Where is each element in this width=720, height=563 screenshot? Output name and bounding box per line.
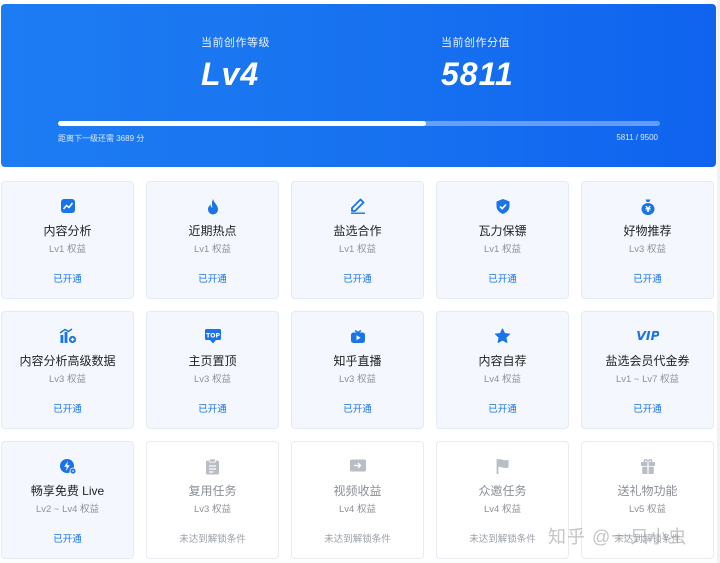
benefit-card[interactable]: VIP 盐选会员代金券 Lv1 ~ Lv7 权益已开通 <box>581 311 714 429</box>
benefit-status[interactable]: 已开通 <box>582 401 713 415</box>
benefit-card[interactable]: 内容分析高级数据 Lv3 权益已开通 <box>1 311 134 429</box>
bar-chart-plus-icon <box>2 328 133 346</box>
benefit-title: 众邀任务 <box>478 484 527 498</box>
score-stat: 当前创作分值 5811 <box>441 34 514 93</box>
benefit-card[interactable]: 盐选合作 Lv1 权益已开通 <box>291 181 424 299</box>
benefit-status[interactable]: 已开通 <box>437 401 568 415</box>
benefit-card[interactable]: 内容分析 Lv1 权益已开通 <box>1 181 134 299</box>
chart-icon <box>2 198 133 216</box>
benefit-level: Lv3 权益 <box>339 374 376 385</box>
benefit-title: 知乎直播 <box>333 354 382 368</box>
flame-icon <box>147 198 278 216</box>
benefit-title: 内容分析高级数据 <box>19 354 116 368</box>
benefit-status[interactable]: 已开通 <box>2 271 133 285</box>
benefit-status[interactable]: 已开通 <box>292 271 423 285</box>
clipboard-icon <box>147 458 278 476</box>
benefit-level: Lv1 权益 <box>49 244 86 255</box>
benefit-level: Lv1 权益 <box>484 244 521 255</box>
benefit-status: 未达到解锁条件 <box>179 534 246 545</box>
video-income-icon <box>292 458 423 476</box>
benefit-level: Lv4 权益 <box>339 504 376 515</box>
benefit-title: 近期热点 <box>188 224 237 238</box>
progress-bar <box>58 121 660 126</box>
watermark: 知乎 @一只小虫 <box>548 527 688 547</box>
benefit-level: Lv1 ~ Lv7 权益 <box>615 374 680 385</box>
lightning-icon <box>2 458 133 476</box>
benefit-title: 主页置顶 <box>188 354 237 368</box>
benefit-title: 瓦力保镖 <box>478 224 527 238</box>
level-value: Lv4 <box>201 56 260 92</box>
benefit-status[interactable]: 已开通 <box>292 401 423 415</box>
svg-text:VIP: VIP <box>637 328 659 342</box>
benefit-title: 视频收益 <box>333 484 382 498</box>
star-icon <box>437 328 568 346</box>
benefit-title: 畅享免费 Live <box>30 484 105 498</box>
svg-text:¥: ¥ <box>645 205 651 214</box>
money-bag-icon: ¥ <box>582 198 713 216</box>
level-stat: 当前创作等级 Lv4 <box>201 34 270 93</box>
benefit-title: 盐选合作 <box>333 224 382 238</box>
gift-icon <box>582 458 713 476</box>
benefit-level: Lv3 权益 <box>629 244 666 255</box>
benefit-level: Lv4 权益 <box>484 374 521 385</box>
benefit-card[interactable]: ¥ 好物推荐 Lv3 权益已开通 <box>581 181 714 299</box>
benefit-title: 内容分析 <box>43 224 92 238</box>
benefit-level: Lv3 权益 <box>194 504 231 515</box>
benefit-level: Lv2 ~ Lv4 权益 <box>35 504 100 515</box>
benefit-title: 内容自荐 <box>478 354 527 368</box>
progress-ratio: 5811 / 9500 <box>616 133 658 142</box>
benefit-level: Lv3 权益 <box>49 374 86 385</box>
benefit-status[interactable]: 已开通 <box>2 531 133 545</box>
flag-icon <box>437 458 568 476</box>
benefit-level: Lv4 权益 <box>484 504 521 515</box>
benefit-status: 未达到解锁条件 <box>324 534 391 545</box>
benefit-title: 盐选会员代金券 <box>605 354 690 368</box>
benefit-title: 送礼物功能 <box>617 484 678 498</box>
benefit-card[interactable]: 复用任务 Lv3 权益未达到解锁条件 <box>146 441 279 559</box>
benefit-card[interactable]: 畅享免费 Live Lv2 ~ Lv4 权益已开通 <box>1 441 134 559</box>
svg-text:TOP: TOP <box>205 333 219 340</box>
score-value: 5811 <box>441 56 514 92</box>
benefit-level: Lv1 权益 <box>339 244 376 255</box>
shield-icon <box>437 198 568 216</box>
benefit-card[interactable]: TOP 主页置顶 Lv3 权益已开通 <box>146 311 279 429</box>
level-banner: 当前创作等级 Lv4 当前创作分值 5811 距离下一级还需 3689 分 58… <box>1 4 716 167</box>
vip-icon: VIP <box>582 328 713 346</box>
benefit-status[interactable]: 已开通 <box>582 271 713 285</box>
benefit-level: Lv3 权益 <box>194 374 231 385</box>
pen-icon <box>292 198 423 216</box>
benefit-level: Lv1 权益 <box>194 244 231 255</box>
benefit-card[interactable]: 瓦力保镖 Lv1 权益已开通 <box>436 181 569 299</box>
progress-fill <box>58 121 427 126</box>
benefit-card[interactable]: 视频收益 Lv4 权益未达到解锁条件 <box>291 441 424 559</box>
benefit-title: 好物推荐 <box>623 224 672 238</box>
progress-note: 距离下一级还需 3689 分 <box>58 134 145 143</box>
benefit-card[interactable]: 近期热点 Lv1 权益已开通 <box>146 181 279 299</box>
benefit-status[interactable]: 已开通 <box>2 401 133 415</box>
benefit-title: 复用任务 <box>188 484 237 498</box>
benefit-card[interactable]: 知乎直播 Lv3 权益已开通 <box>291 311 424 429</box>
benefit-status[interactable]: 已开通 <box>437 271 568 285</box>
benefit-status[interactable]: 已开通 <box>147 401 278 415</box>
benefit-level: Lv5 权益 <box>629 504 666 515</box>
top-badge-icon: TOP <box>147 328 278 346</box>
live-tv-icon <box>292 328 423 346</box>
benefit-status[interactable]: 已开通 <box>147 271 278 285</box>
level-label: 当前创作等级 <box>201 37 270 49</box>
benefit-card[interactable]: 内容自荐 Lv4 权益已开通 <box>436 311 569 429</box>
score-label: 当前创作分值 <box>441 37 510 49</box>
